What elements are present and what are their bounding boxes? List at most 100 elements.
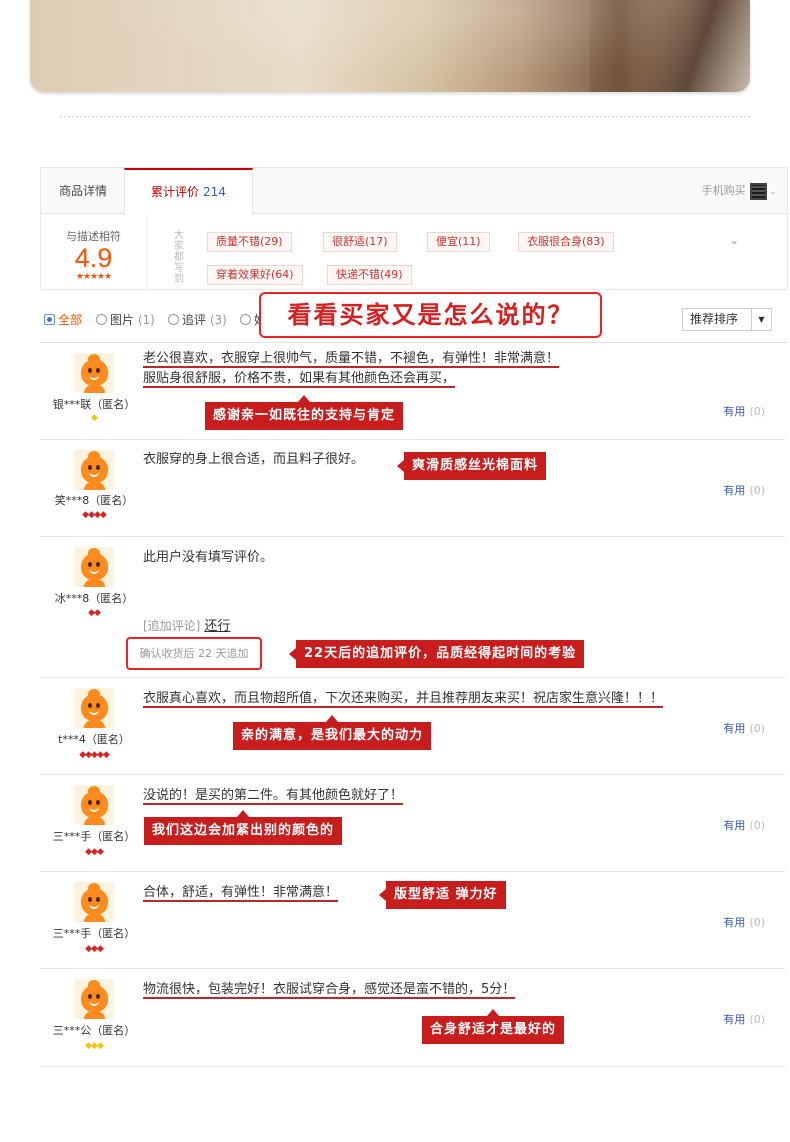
reviewer-name: 冰***8（匿名） (54, 592, 134, 605)
useful-button[interactable]: 有用 (0) (723, 403, 765, 419)
review-row: 三***手（匿名） ◆◆◆ 没说的！是买的第二件。有其他颜色就好了！ 有用 (0)… (40, 775, 785, 872)
review-row: 冰***8（匿名） ◆◆ 此用户没有填写评价。 [追加评论] 还行 确认收货后 2… (40, 537, 785, 678)
review-line: 衣服穿的身上很合适，而且料子很好。 (143, 452, 365, 467)
impression-tag[interactable]: 便宜(11) (427, 232, 490, 252)
radio-icon (168, 314, 179, 325)
useful-label: 有用 (723, 405, 746, 418)
avatar (74, 547, 114, 587)
appended-date: 确认收货后 22 天追加 (126, 637, 262, 670)
useful-count: (0) (749, 916, 765, 929)
impression-tag[interactable]: 快递不错(49) (327, 265, 412, 285)
filter-images[interactable]: 图片 (1) (96, 311, 155, 328)
impression-tag[interactable]: 质量不错(29) (207, 232, 292, 252)
review-line: 没说的！是买的第二件。有其他颜色就好了！ (143, 788, 404, 805)
useful-label: 有用 (723, 722, 746, 735)
useful-count: (0) (749, 819, 765, 832)
tab-product-details[interactable]: 商品详情 (41, 168, 125, 214)
impression-tag[interactable]: 衣服很合身(83) (518, 232, 614, 252)
avatar (74, 688, 114, 728)
review-text: 衣服穿的身上很合适，而且料子很好。 (143, 450, 364, 470)
rating-summary: 与描述相符 4.9 ★★★★★ 大家都写到 质量不错(29) 很舒适(17) 便… (40, 214, 788, 290)
annotation-callout: 版型舒适 弹力好 (379, 881, 506, 909)
reviewer-level-icon: ◆ (91, 413, 98, 423)
review-text: 此用户没有填写评价。 (143, 548, 273, 568)
avatar (74, 882, 114, 922)
avatar (74, 450, 114, 490)
reviewer-name: t***4（匿名） (58, 733, 130, 746)
reviewer-level-icon: ◆◆◆ (85, 944, 104, 954)
annotation-callout: 亲的满意，是我们最大的动力 (233, 715, 432, 750)
radio-icon (240, 314, 251, 325)
headline-banner: 看看买家又是怎么说的？ (259, 292, 602, 338)
useful-button[interactable]: 有用 (0) (723, 1011, 765, 1027)
reviewer-level-icon: ◆◆◆◆◆ (79, 750, 110, 760)
review-line: 此用户没有填写评价。 (143, 550, 274, 565)
reviewer-level-icon: ◆◆◆◆ (82, 510, 107, 520)
expand-chevron-icon[interactable]: ⌄ (730, 234, 739, 247)
reviewer-level-icon: ◆◆ (88, 608, 101, 618)
appended-review-text: 还行 (204, 619, 231, 634)
useful-button[interactable]: 有用 (0) (723, 914, 765, 930)
useful-label: 有用 (723, 1013, 746, 1026)
filter-all[interactable]: 全部 (44, 311, 82, 328)
reviewer-name: 笑***8（匿名） (54, 494, 134, 507)
review-text: 衣服真心喜欢，而且物超所值，下次还来购买，并且推荐朋友来买！祝店家生意兴隆！！！ (143, 689, 664, 709)
photo-fabric-fold (590, 0, 750, 92)
review-line: 服贴身很舒服，价格不贵，如果有其他颜色还会再买， (143, 371, 456, 388)
review-row: 笑***8（匿名） ◆◆◆◆ 衣服穿的身上很合适，而且料子很好。 有用 (0) 爽… (40, 440, 785, 537)
useful-label: 有用 (723, 819, 746, 832)
reviewer-level-icon: ◆◆◆ (85, 847, 104, 857)
useful-count: (0) (749, 405, 765, 418)
mobile-buy-button[interactable]: 手机购买 ⌄ (677, 168, 777, 214)
product-photo (30, 0, 750, 92)
useful-count: (0) (749, 484, 765, 497)
impression-tag[interactable]: 穿着效果好(64) (207, 265, 303, 285)
avatar (74, 979, 114, 1019)
annotation-callout: 我们这边会加紧出别的颜色的 (144, 810, 343, 845)
annotation-callout: 感谢亲一如既往的支持与肯定 (205, 395, 404, 430)
review-text: 合体，舒适，有弹性！非常满意！ (143, 883, 339, 903)
review-line: 物流很快，包装完好！衣服试穿合身，感觉还是蛮不错的，5分！ (143, 982, 516, 999)
review-text: 没说的！是买的第二件。有其他颜色就好了！ (143, 786, 404, 806)
useful-label: 有用 (723, 484, 746, 497)
useful-button[interactable]: 有用 (0) (723, 720, 765, 736)
annotation-callout: 爽滑质感丝光棉面料 (396, 452, 547, 480)
chevron-down-icon: ⌄ (768, 186, 777, 197)
useful-button[interactable]: 有用 (0) (723, 817, 765, 833)
star-rating-icon: ★★★★★ (75, 272, 112, 282)
review-row: 三***手（匿名） ◆◆◆ 合体，舒适，有弹性！非常满意！ 有用 (0) 版型舒适… (40, 872, 785, 969)
dropdown-arrow-icon: ▼ (751, 309, 771, 330)
avatar (74, 785, 114, 825)
useful-count: (0) (749, 722, 765, 735)
useful-button[interactable]: 有用 (0) (723, 482, 765, 498)
avatar (74, 353, 114, 393)
radio-icon (96, 314, 107, 325)
review-line: 衣服真心喜欢，而且物超所值，下次还来购买，并且推荐朋友来买！祝店家生意兴隆！！！ (143, 691, 664, 708)
tab-reviews-count: 214 (203, 185, 226, 199)
reviewer-name: 三***手（匿名） (52, 927, 136, 940)
review-row: 银***联（匿名） ◆ 老公很喜欢，衣服穿上很帅气，质量不错，不褪色，有弹性！非… (40, 343, 785, 440)
reviewer-name: 三***手（匿名） (52, 830, 136, 843)
review-line: 合体，舒适，有弹性！非常满意！ (143, 885, 339, 902)
filter-append-count: (3) (209, 313, 227, 327)
sort-label: 推荐排序 (690, 312, 739, 326)
qr-code-icon (749, 182, 767, 200)
appended-review-label: [追加评论] (143, 619, 201, 633)
filter-append[interactable]: 追评 (3) (168, 311, 227, 328)
filter-images-label: 图片 (110, 313, 135, 327)
sort-select[interactable]: 推荐排序 ▼ (682, 308, 772, 331)
annotation-callout: 合身舒适才是最好的 (422, 1009, 565, 1044)
review-text: 物流很快，包装完好！衣服试穿合身，感觉还是蛮不错的，5分！ (143, 980, 516, 1000)
reviewer-name: 银***联（匿名） (52, 398, 136, 411)
useful-label: 有用 (723, 916, 746, 929)
useful-count: (0) (749, 1013, 765, 1026)
annotation-callout: 22天后的追加评价，品质经得起时间的考验 (288, 640, 585, 668)
tab-reviews-label: 累计评价 (151, 185, 200, 199)
tab-reviews[interactable]: 累计评价 214 (124, 168, 253, 215)
impression-tag[interactable]: 很舒适(17) (323, 232, 397, 252)
mobile-buy-label: 手机购买 (701, 184, 746, 197)
tab-bar: 商品详情 累计评价 214 手机购买 ⌄ (40, 167, 788, 215)
score-box: 与描述相符 4.9 ★★★★★ (41, 214, 147, 289)
impression-label: 大家都写到 (174, 230, 184, 285)
filter-append-label: 追评 (182, 313, 207, 327)
